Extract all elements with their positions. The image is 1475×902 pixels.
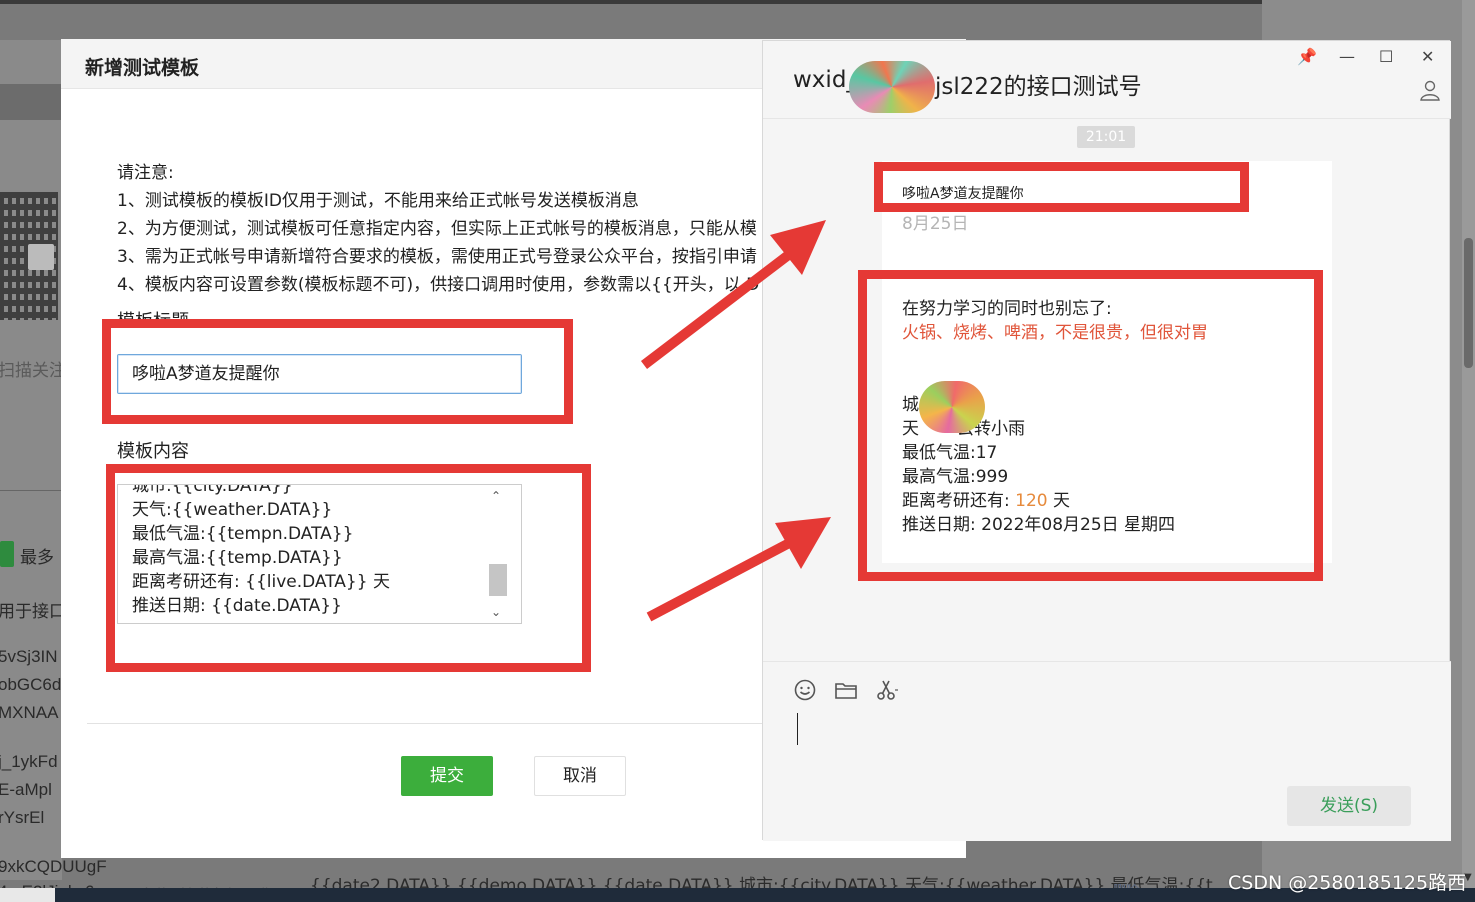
openid-fragment-1: 5vSj3IN [0,647,58,666]
minimize-icon[interactable]: — [1339,47,1355,66]
annotation-box-content [106,464,591,672]
scan-follow-text: 扫描关注 [0,361,66,380]
page-scrollbar-thumb[interactable] [1464,238,1473,368]
folder-icon[interactable] [834,678,858,702]
chat-header: wxid_ jsl222的接口测试号 📌 — ☐ ✕ [763,41,1451,119]
dialog-divider [87,723,787,724]
green-tag [0,541,14,567]
background-divider [0,490,62,491]
profile-icon[interactable] [1419,79,1441,101]
message-timestamp: 21:01 [1077,126,1135,148]
template-content-label: 模板内容 [117,441,189,462]
close-icon[interactable]: ✕ [1421,47,1434,66]
template-id-fragment-1: 9xkCQDUUgF [0,857,107,876]
pin-icon[interactable]: 📌 [1297,47,1317,66]
emoji-icon[interactable] [793,678,817,702]
for-interface-text: 用于接口 [0,602,66,621]
page-scrollbar[interactable]: ▼ [1462,0,1475,888]
chat-input-area[interactable]: 发送(S) [763,661,1451,841]
dialog-title: 新增测试模板 [85,57,200,79]
top-strip [0,0,1475,4]
notice-line: 请注意: [117,163,174,183]
submit-button[interactable]: 提交 [401,756,493,796]
annotation-box-message-body [858,270,1323,581]
annotation-box-message-title [874,162,1249,212]
redaction-mosaic [849,61,935,113]
openid-fragment-4: j_1ykFd [0,752,58,771]
taskbar-light-block [0,888,55,902]
qr-avatar [28,244,54,270]
scissors-icon[interactable] [875,678,899,702]
cancel-button[interactable]: 取消 [534,756,626,796]
max-text: 最多 [20,548,54,567]
annotation-box-title [102,319,573,424]
openid-fragment-2: obGC6d [0,675,62,694]
send-button[interactable]: 发送(S) [1287,786,1411,826]
openid-fragment-5: E-aMpl [0,780,52,799]
chat-title-suffix: jsl222的接口测试号 [935,74,1142,100]
csdn-watermark: CSDN @2580185125路西 [1228,872,1467,894]
openid-fragment-3: MXNAA [0,703,59,722]
text-cursor [797,713,798,745]
maximize-icon[interactable]: ☐ [1379,47,1393,66]
openid-fragment-6: rYsrEl [0,808,45,827]
background-left-band [0,84,62,120]
arrow-icon [646,517,831,622]
message-date: 8月25日 [902,214,969,234]
arrow-icon [640,220,826,369]
